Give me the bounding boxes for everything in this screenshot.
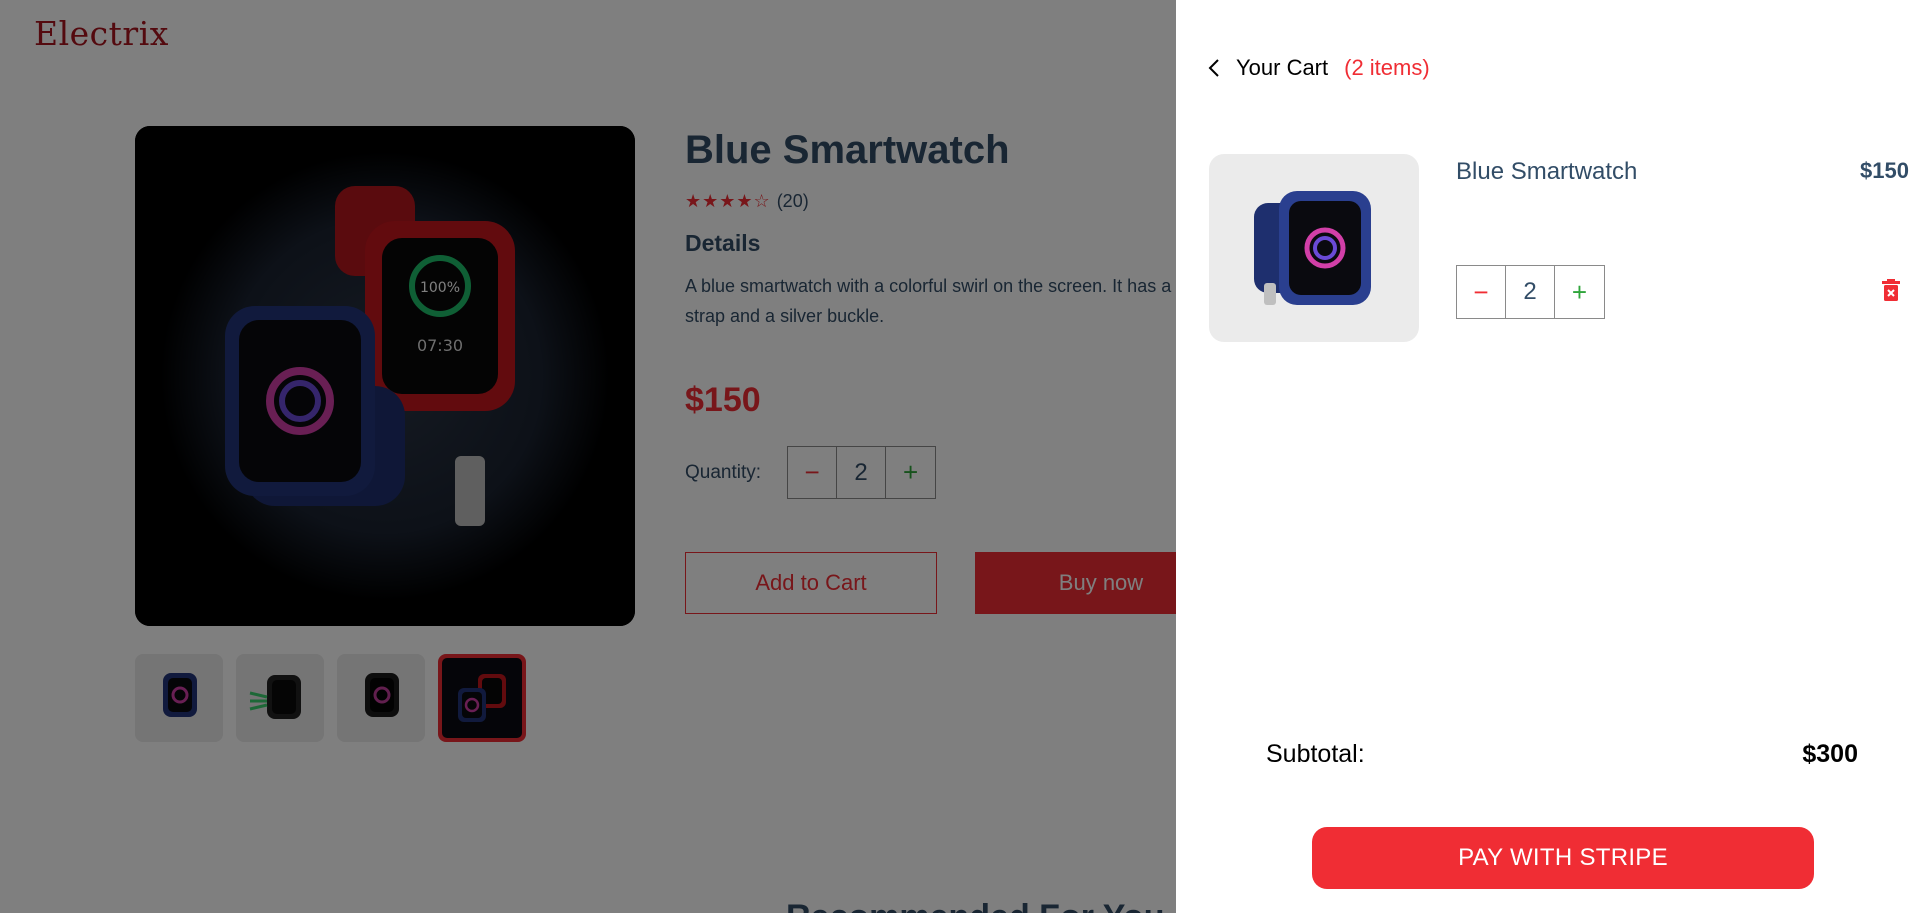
subtotal-label: Subtotal: <box>1266 740 1365 768</box>
cart-item-image <box>1209 154 1419 342</box>
cart-increase-quantity-button[interactable]: + <box>1555 266 1604 318</box>
subtotal-row: Subtotal: $300 <box>1266 740 1858 769</box>
cart-item: Blue Smartwatch $150 − 2 + <box>1209 154 1909 344</box>
subtotal-value: $300 <box>1802 740 1858 768</box>
cart-back-button[interactable]: Your Cart (2 items) <box>1198 52 1430 84</box>
chevron-left-icon <box>1198 52 1230 84</box>
cart-quantity-value: 2 <box>1506 266 1555 318</box>
pay-with-stripe-button[interactable]: PAY WITH STRIPE <box>1312 827 1814 889</box>
trash-icon[interactable] <box>1881 278 1905 304</box>
cart-quantity-stepper: − 2 + <box>1456 265 1605 319</box>
cart-drawer: Your Cart (2 items) Blue Smartwatch $150… <box>1176 0 1920 913</box>
cart-decrease-quantity-button[interactable]: − <box>1457 266 1506 318</box>
cart-item-price: $150 <box>1860 158 1909 183</box>
cart-item-name: Blue Smartwatch <box>1456 158 1638 185</box>
cart-heading: Your Cart <box>1236 55 1329 80</box>
cart-item-count: (2 items) <box>1344 55 1430 80</box>
